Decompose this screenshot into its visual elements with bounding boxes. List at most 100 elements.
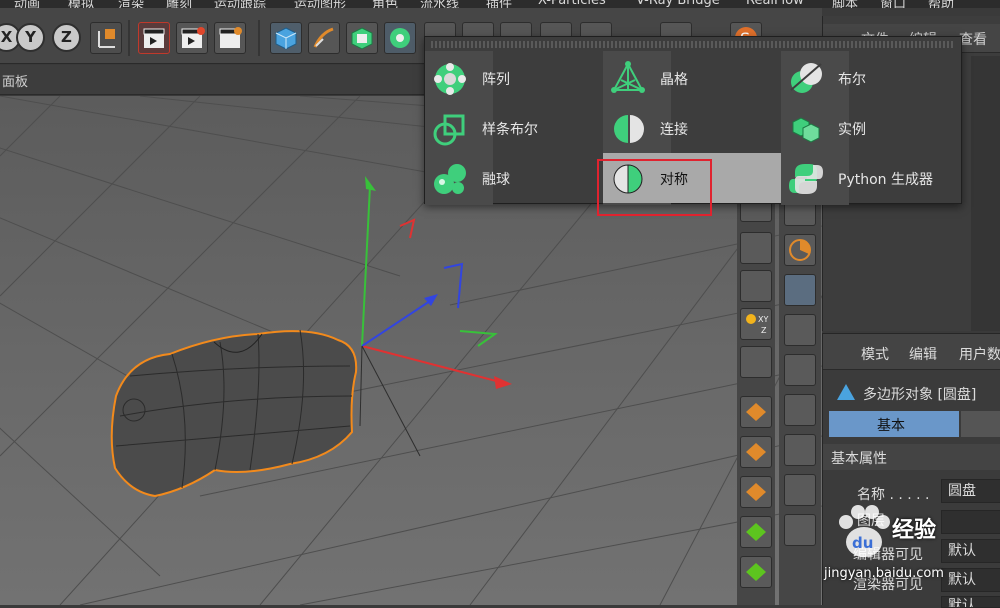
menu-item[interactable]: 窗口 (880, 0, 906, 8)
watermark-url: jingyan.baidu.com (824, 566, 944, 581)
menu-item-instance[interactable]: 实例 (781, 103, 961, 153)
section-header: 基本属性 (823, 444, 1000, 470)
array-icon (434, 63, 466, 95)
menu-item[interactable]: X-Particles (538, 0, 606, 8)
clapper-gear-icon (219, 27, 242, 48)
array-icon (390, 28, 410, 48)
palette-button[interactable] (740, 270, 772, 302)
clapper-icon (181, 27, 205, 48)
menu-item-metaball[interactable]: 融球 (425, 153, 603, 203)
magnet-tool-button[interactable] (784, 514, 816, 546)
left-tool-palette: XY Z (737, 196, 775, 605)
atom-array-icon (611, 61, 645, 93)
menu-item-array[interactable]: 阵列 (425, 53, 603, 103)
render-picture-viewer-button[interactable] (176, 22, 208, 54)
menu-item[interactable]: RealFlow (746, 0, 804, 8)
texture-icon (746, 483, 766, 501)
subdivision-surface-button[interactable] (346, 22, 378, 54)
menu-item[interactable]: 运动图形 (294, 0, 346, 8)
menu-item[interactable]: 脚本 (832, 0, 858, 8)
metaball-icon (434, 164, 466, 194)
popup-drag-handle[interactable] (431, 41, 955, 48)
tab-basic[interactable]: 基本 (829, 411, 959, 437)
pen-icon (313, 27, 334, 48)
pen-tool-button[interactable] (308, 22, 340, 54)
baidu-watermark: du 经验 jingyan.baidu.com (822, 494, 1000, 605)
spline-boole-icon (433, 114, 465, 146)
menu-item-spline-boole[interactable]: 样条布尔 (425, 103, 603, 153)
texture-icon (746, 403, 766, 421)
render-view-button[interactable] (138, 22, 170, 54)
connect-icon (614, 115, 644, 143)
magnet-tool-button[interactable] (784, 394, 816, 426)
menu-item-label: 融球 (482, 172, 510, 188)
palette-button[interactable] (740, 232, 772, 264)
menu-item[interactable]: V-Ray Bridge (636, 0, 720, 8)
menu-item-label: 实例 (838, 122, 866, 138)
python-generator-icon (789, 164, 823, 194)
sector-icon (789, 239, 811, 261)
menu-item[interactable]: 雕刻 (166, 0, 192, 8)
menu-item[interactable]: 帮助 (928, 0, 954, 8)
clapper-icon (143, 28, 165, 48)
menu-item[interactable]: 运动跟踪 (214, 0, 266, 8)
object-manager-scrollbar[interactable] (971, 56, 1000, 331)
boole-icon (790, 63, 822, 93)
paint-tool-button[interactable] (740, 516, 772, 548)
magnet-tool-button[interactable] (784, 354, 816, 386)
menu-item[interactable]: 渲染 (118, 0, 144, 8)
texture-tool-button[interactable] (740, 396, 772, 428)
menu-item[interactable]: 角色 (372, 0, 398, 8)
render-settings-button[interactable] (214, 22, 246, 54)
svg-text:du: du (852, 534, 873, 552)
menu-mode[interactable]: 模式 (861, 344, 889, 364)
move-gizmo (359, 176, 512, 457)
svg-text:Z: Z (761, 326, 767, 335)
menu-item[interactable]: 模拟 (68, 0, 94, 8)
menu-item[interactable]: 动画 (14, 0, 40, 8)
toolbar-separator (128, 20, 130, 56)
magnet-tool-button[interactable] (784, 314, 816, 346)
paint-icon (746, 523, 766, 541)
polygon-object-icon (837, 384, 855, 400)
tab-basic-label: 基本 (877, 418, 905, 434)
texture-icon (746, 443, 766, 461)
palette-button[interactable] (740, 346, 772, 378)
axis-icon: XY Z (746, 314, 768, 335)
menu-item[interactable]: 流水线 (420, 0, 459, 8)
magnet-tool-button[interactable] (784, 474, 816, 506)
menu-item-connect[interactable]: 连接 (603, 103, 781, 153)
array-generator-button[interactable] (384, 22, 416, 54)
paint-tool-button[interactable] (740, 556, 772, 588)
axis-snap-button[interactable]: XY Z (740, 308, 772, 340)
z-axis-lock-button[interactable]: Z (52, 23, 81, 52)
attribute-menu: 模式 编辑 用户数 (823, 334, 1000, 370)
menu-item-label: 布尔 (838, 72, 866, 88)
menu-item-python-generator[interactable]: Python 生成器 (781, 153, 961, 203)
menu-edit[interactable]: 编辑 (909, 344, 937, 364)
texture-tool-button[interactable] (740, 476, 772, 508)
annotation-highlight-box (597, 159, 712, 216)
coordinate-system-icon (98, 29, 115, 48)
menubar: 动画 模拟 渲染 雕刻 运动跟踪 运动图形 角色 流水线 插件 X-Partic… (0, 0, 1000, 8)
tab-next[interactable] (961, 411, 1000, 437)
magnet-tool-button[interactable] (784, 434, 816, 466)
menu-item[interactable]: 插件 (486, 0, 512, 8)
panel-menu-label[interactable]: 面板 (2, 71, 28, 90)
y-axis-lock-button[interactable]: Y (16, 23, 45, 52)
coordinate-system-button[interactable] (90, 22, 122, 54)
sector-tool-button[interactable] (784, 234, 816, 266)
menu-view[interactable]: 查看 (959, 29, 987, 49)
menu-item-atom-array[interactable]: 晶格 (603, 53, 781, 103)
menu-item-label: Python 生成器 (838, 172, 933, 188)
section-title: 基本属性 (831, 451, 887, 467)
paint-icon (746, 563, 766, 581)
texture-tool-button[interactable] (740, 436, 772, 468)
menu-item-boole[interactable]: 布尔 (781, 53, 961, 103)
cube-button[interactable] (270, 22, 302, 54)
active-tool-button[interactable] (784, 274, 816, 306)
subdivision-icon (351, 27, 373, 50)
menu-item-label: 阵列 (482, 72, 510, 88)
menu-user-data[interactable]: 用户数 (959, 344, 1000, 364)
object-title: 多边形对象 [圆盘] (863, 387, 977, 403)
